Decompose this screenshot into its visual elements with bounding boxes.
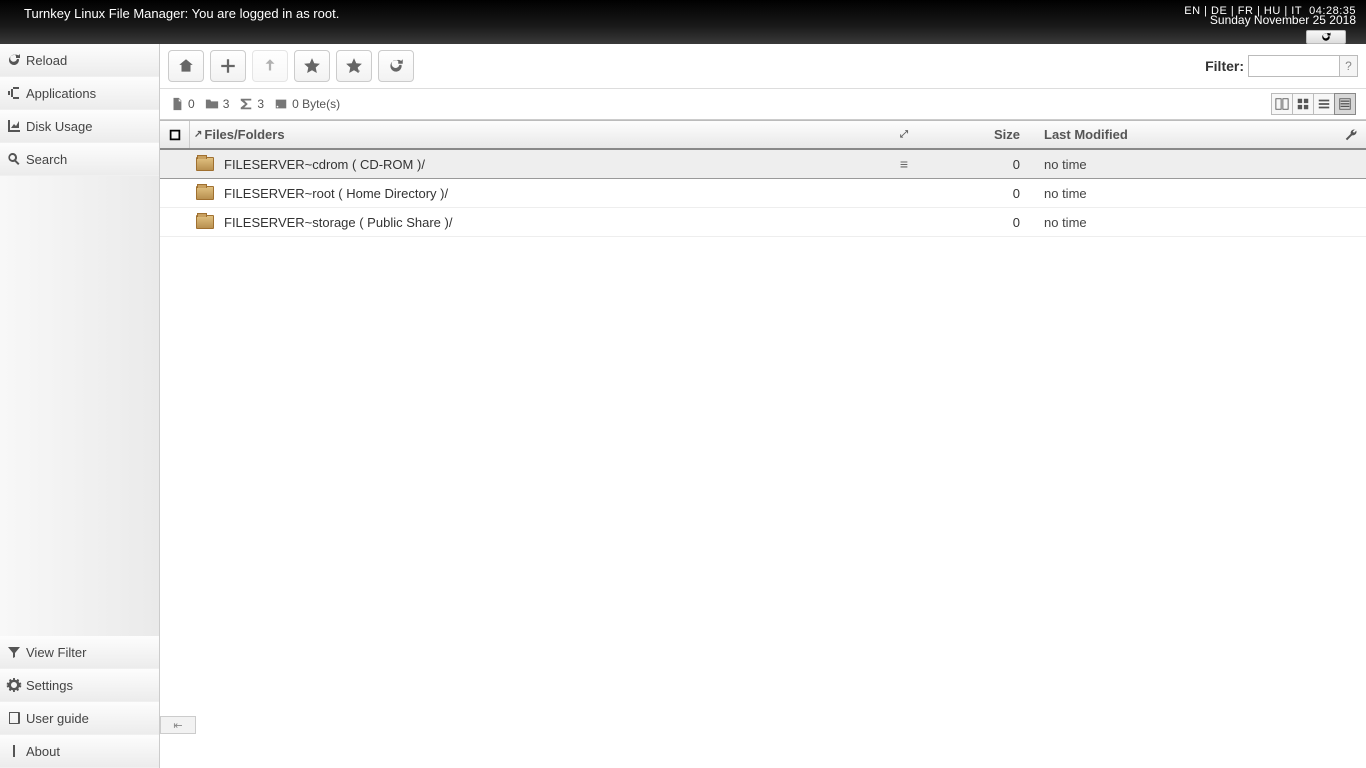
- table-row[interactable]: FILESERVER~cdrom ( CD-ROM )/ ≡ 0 no time: [160, 150, 1366, 179]
- view-grid-button[interactable]: [1292, 93, 1314, 115]
- disk-icon: [274, 97, 288, 111]
- sidebar: Reload Applications Disk Usage Search View …: [0, 44, 160, 768]
- status-files: 0: [170, 97, 195, 111]
- filter-icon: [6, 644, 22, 660]
- apps-icon: [6, 85, 22, 101]
- row-name: FILESERVER~cdrom ( CD-ROM )/: [224, 157, 425, 172]
- filter-help-button[interactable]: ?: [1340, 55, 1358, 77]
- file-icon: [170, 97, 184, 111]
- refresh-button[interactable]: [378, 50, 414, 82]
- sidebar-item-applications[interactable]: Applications: [0, 77, 159, 110]
- sidebar-item-diskusage[interactable]: Disk Usage: [0, 110, 159, 143]
- gear-icon: [6, 677, 22, 693]
- filter-label: Filter:: [1205, 58, 1244, 74]
- chart-icon: [6, 118, 22, 134]
- refresh-icon: [6, 52, 22, 68]
- sidebar-item-about[interactable]: About: [0, 735, 159, 768]
- sidebar-item-viewfilter[interactable]: View Filter: [0, 636, 159, 669]
- book-icon: [6, 710, 22, 726]
- upload-icon: [261, 57, 279, 75]
- banner-refresh-button[interactable]: [1306, 30, 1346, 44]
- sidebar-item-label: User guide: [26, 711, 89, 726]
- home-button[interactable]: [168, 50, 204, 82]
- table-row[interactable]: FILESERVER~storage ( Public Share )/ 0 n…: [160, 208, 1366, 237]
- home-icon: [177, 57, 195, 75]
- sidebar-collapse-handle[interactable]: ⇤: [160, 716, 196, 734]
- row-size: 0: [916, 215, 1036, 230]
- new-button[interactable]: [210, 50, 246, 82]
- toolbar: Filter: ?: [160, 44, 1366, 89]
- up-button[interactable]: [252, 50, 288, 82]
- banner-date: Sunday November 25 2018: [1184, 15, 1356, 26]
- star-add-icon: [345, 57, 363, 75]
- plus-icon: [219, 57, 237, 75]
- status-bar: 0 3 3 0 Byte(s): [160, 89, 1366, 120]
- refresh-icon: [387, 57, 405, 75]
- column-name[interactable]: ↗ Files/Folders ⤢: [190, 127, 916, 142]
- sidebar-item-label: Applications: [26, 86, 96, 101]
- row-modified: no time: [1036, 157, 1336, 172]
- row-size: 0: [916, 157, 1036, 172]
- view-details-button[interactable]: [1334, 93, 1356, 115]
- select-all-checkbox[interactable]: [160, 121, 190, 148]
- details-icon: [1338, 97, 1352, 111]
- info-icon: [6, 743, 22, 759]
- wrench-icon: [1344, 128, 1358, 142]
- status-folders: 3: [205, 97, 230, 111]
- column-header: ↗ Files/Folders ⤢ Size Last Modified: [160, 120, 1366, 150]
- sidebar-item-label: Search: [26, 152, 67, 167]
- banner-title: Turnkey Linux File Manager: You are logg…: [24, 6, 339, 21]
- star-icon: [303, 57, 321, 75]
- view-columns-button[interactable]: [1271, 93, 1293, 115]
- status-total: 3: [239, 97, 264, 111]
- row-name: FILESERVER~root ( Home Directory )/: [224, 186, 448, 201]
- row-name: FILESERVER~storage ( Public Share )/: [224, 215, 452, 230]
- row-modified: no time: [1036, 215, 1336, 230]
- sort-asc-icon: ↗: [194, 129, 202, 140]
- folder-icon: [205, 97, 219, 111]
- folder-icon: [196, 157, 214, 171]
- sidebar-item-label: Settings: [26, 678, 73, 693]
- sidebar-item-reload[interactable]: Reload: [0, 44, 159, 77]
- refresh-icon: [1320, 31, 1332, 43]
- column-size[interactable]: Size: [916, 127, 1036, 142]
- sidebar-item-settings[interactable]: Settings: [0, 669, 159, 702]
- sidebar-item-label: Reload: [26, 53, 67, 68]
- sidebar-item-label: About: [26, 744, 60, 759]
- sidebar-item-userguide[interactable]: User guide: [0, 702, 159, 735]
- sidebar-item-label: View Filter: [26, 645, 86, 660]
- list-icon: [1317, 97, 1331, 111]
- expand-icon: ⤢: [900, 129, 908, 140]
- table-row[interactable]: FILESERVER~root ( Home Directory )/ 0 no…: [160, 179, 1366, 208]
- view-list-button[interactable]: [1313, 93, 1335, 115]
- column-settings-button[interactable]: [1336, 128, 1366, 142]
- row-size: 0: [916, 186, 1036, 201]
- columns-icon: [1275, 97, 1289, 111]
- row-modified: no time: [1036, 186, 1336, 201]
- sidebar-item-search[interactable]: Search: [0, 143, 159, 176]
- grid-icon: [1296, 97, 1310, 111]
- filter-input[interactable]: [1248, 55, 1340, 77]
- file-list: FILESERVER~cdrom ( CD-ROM )/ ≡ 0 no time…: [160, 150, 1366, 768]
- checkbox-icon: [168, 128, 182, 142]
- row-menu-icon[interactable]: ≡: [900, 156, 908, 172]
- search-icon: [6, 151, 22, 167]
- column-modified[interactable]: Last Modified: [1036, 127, 1336, 142]
- sum-icon: [239, 97, 253, 111]
- bookmark-button[interactable]: [294, 50, 330, 82]
- folder-icon: [196, 215, 214, 229]
- folder-icon: [196, 186, 214, 200]
- status-bytes: 0 Byte(s): [274, 97, 340, 111]
- top-banner: Turnkey Linux File Manager: You are logg…: [0, 0, 1366, 44]
- sidebar-item-label: Disk Usage: [26, 119, 92, 134]
- bookmark-add-button[interactable]: [336, 50, 372, 82]
